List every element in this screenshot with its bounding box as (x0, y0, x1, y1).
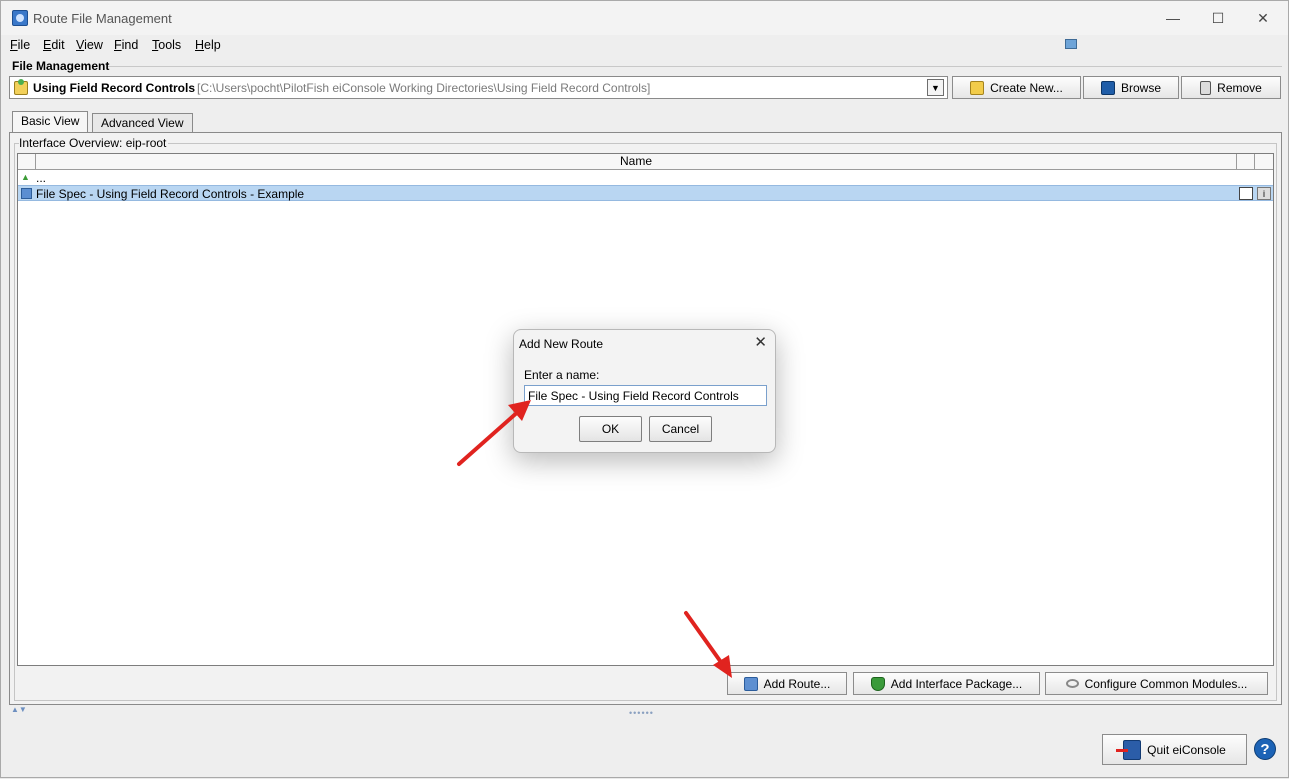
tab-advanced-view-label: Advanced View (101, 116, 184, 130)
maximize-button[interactable]: ☐ (1206, 7, 1230, 29)
dialog-prompt: Enter a name: (524, 368, 600, 382)
tab-basic-view[interactable]: Basic View (12, 111, 89, 134)
menu-tools[interactable]: Tools (152, 38, 181, 52)
menu-edit-label: dit (51, 38, 65, 52)
create-new-button[interactable]: Create New... (952, 76, 1081, 99)
add-route-button[interactable]: Add Route... (727, 672, 847, 695)
edit-icon[interactable] (1239, 187, 1253, 200)
close-icon[interactable]: ✕ (754, 333, 767, 351)
app-icon (12, 10, 28, 26)
working-directory-name: Using Field Record Controls (33, 81, 196, 95)
working-directory-path: [C:\Users\pocht\PilotFish eiConsole Work… (197, 81, 651, 95)
ok-button[interactable]: OK (579, 416, 642, 442)
browse-button[interactable]: Browse (1083, 76, 1179, 99)
trash-icon (1200, 80, 1212, 95)
minimize-button[interactable]: — (1161, 7, 1185, 29)
add-new-route-dialog: Add New Route ✕ Enter a name: OK Cancel (513, 329, 776, 453)
quit-eiconsole-button[interactable]: Quit eiConsole (1102, 734, 1247, 765)
up-arrow-icon: ▲ (21, 172, 30, 182)
browse-label: Browse (1120, 80, 1161, 95)
menu-edit[interactable]: Edit (43, 38, 65, 52)
interface-overview-label: Interface Overview: eip-root (19, 136, 169, 150)
window-title: Route File Management (33, 11, 172, 26)
name-column-header[interactable]: Name (36, 154, 1237, 170)
file-management-label: File Management (12, 59, 110, 73)
close-window-button[interactable]: ✕ (1251, 7, 1275, 29)
edit-column-header (1237, 154, 1255, 170)
remove-label: Remove (1217, 80, 1262, 95)
menu-help-label: elp (204, 38, 221, 52)
configure-common-modules-button[interactable]: Configure Common Modules... (1045, 672, 1268, 695)
row-label: ... (36, 171, 47, 185)
splitter-handle[interactable]: •••••• (629, 708, 654, 718)
cancel-button[interactable]: Cancel (649, 416, 712, 442)
add-route-icon (743, 676, 758, 691)
status-indicator-icon (1065, 39, 1077, 49)
splitter-collapse-icon[interactable]: ▲▼ (11, 705, 27, 714)
row-label: File Spec - Using Field Record Controls … (36, 187, 305, 201)
chain-link-icon (1065, 679, 1079, 688)
menu-find-label: ind (121, 38, 139, 52)
working-directory-combo[interactable]: Using Field Record Controls [C:\Users\po… (9, 76, 948, 99)
route-icon (21, 188, 32, 199)
menu-find[interactable]: Find (114, 38, 138, 52)
help-icon[interactable]: ? (1254, 738, 1276, 760)
menu-view-label: iew (84, 38, 103, 52)
route-file-management-window: Route File Management — ☐ ✕ File Edit Vi… (0, 0, 1289, 778)
table-row-parent[interactable]: ▲ ... (18, 170, 1273, 186)
exit-door-icon (1116, 739, 1142, 760)
menu-view-mnemonic: V (76, 38, 85, 52)
add-interface-package-label: Add Interface Package... (890, 676, 1023, 691)
remove-button[interactable]: Remove (1181, 76, 1281, 99)
quit-label: Quit eiConsole (1147, 742, 1226, 757)
info-icon[interactable]: i (1257, 187, 1271, 200)
create-folder-icon (970, 80, 985, 95)
menu-help[interactable]: Help (195, 38, 221, 52)
menu-bar: File Edit View Find Tools Help (1, 36, 1288, 56)
tab-basic-view-label: Basic View (21, 114, 80, 128)
menu-view[interactable]: View (76, 38, 103, 52)
table-header: Name (18, 154, 1273, 170)
menu-file[interactable]: File (10, 38, 30, 52)
menu-file-label: ile (17, 38, 31, 52)
section-divider (108, 66, 1282, 67)
icon-column-header (18, 154, 36, 170)
add-interface-package-button[interactable]: Add Interface Package... (853, 672, 1040, 695)
table-row-selected[interactable]: File Spec - Using Field Record Controls … (18, 185, 1273, 201)
create-new-label: Create New... (990, 80, 1063, 95)
menu-help-mnemonic: H (195, 38, 205, 52)
route-name-input[interactable] (524, 385, 767, 406)
add-route-label: Add Route... (763, 676, 831, 691)
configure-common-modules-label: Configure Common Modules... (1084, 676, 1248, 691)
dropdown-arrow-icon[interactable]: ▼ (927, 79, 944, 96)
title-bar: Route File Management — ☐ ✕ (1, 1, 1288, 35)
menu-find-mnemonic: F (114, 38, 122, 52)
working-directory-icon (14, 79, 28, 95)
tab-advanced-view[interactable]: Advanced View (92, 113, 193, 133)
dialog-title: Add New Route (519, 337, 604, 351)
menu-tools-label: ools (158, 38, 182, 52)
browse-icon (1100, 80, 1115, 95)
menu-file-mnemonic: F (10, 38, 18, 52)
shield-icon (870, 676, 885, 691)
